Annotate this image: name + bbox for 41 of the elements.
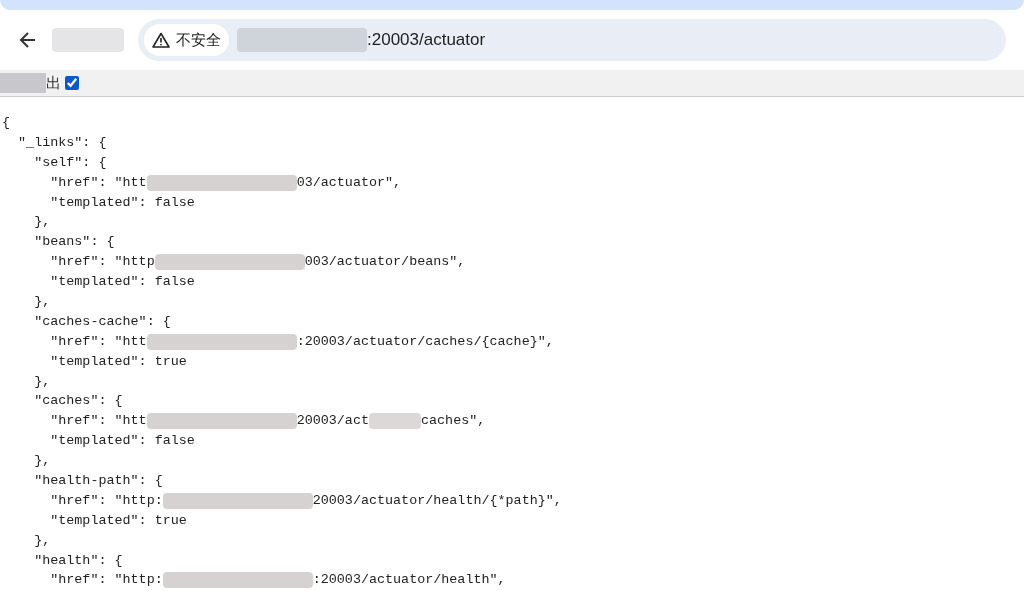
code-text: "href": "htt	[49, 173, 147, 192]
code-text: "href": "http:	[49, 491, 163, 510]
url-text: :20003/actuator	[367, 29, 486, 52]
code-text: },	[33, 452, 51, 471]
redaction-blur	[52, 28, 124, 52]
code-text: "href": "http:	[49, 571, 163, 590]
code-text: "health-path": {	[33, 472, 163, 491]
code-text: },	[33, 293, 51, 311]
warning-icon	[152, 32, 170, 48]
redaction-blur	[369, 413, 421, 430]
code-text: "self": {	[33, 153, 107, 172]
back-icon[interactable]	[18, 30, 38, 50]
code-text: :20003/actuator/caches/{cache}",	[296, 332, 554, 351]
code-text: },	[33, 372, 51, 391]
code-text: "templated": false	[49, 193, 195, 212]
security-chip[interactable]: 不安全	[144, 24, 229, 56]
code-text: },	[33, 531, 51, 550]
code-text: "templated": true	[49, 352, 187, 371]
toolbar-label: 出	[46, 72, 61, 93]
code-text: 20003/act	[296, 412, 369, 431]
code-text: "_links": {	[17, 133, 107, 152]
code-text: "href": "http	[49, 253, 155, 272]
address-bar[interactable]: 不安全 :20003/actuator	[138, 19, 1006, 61]
pretty-print-checkbox[interactable]	[65, 76, 79, 90]
code-text: 03/actuator",	[296, 173, 402, 192]
code-text: },	[33, 213, 51, 232]
code-text: :20003/actuator/health",	[312, 571, 506, 590]
code-text: "health": {	[33, 551, 123, 570]
code-text: 003/actuator/beans",	[304, 253, 466, 272]
code-text: "caches": {	[33, 392, 123, 411]
code-text: 20003/actuator/health/{*path}",	[312, 491, 562, 510]
code-text: "templated": false	[49, 273, 195, 292]
code-text: "caches-cache": {	[33, 312, 171, 331]
security-label: 不安全	[176, 29, 221, 50]
code-text: "beans": {	[33, 233, 115, 252]
code-text: {	[2, 114, 11, 132]
code-text: "href": "htt	[49, 412, 147, 431]
code-text: "href": "htt	[49, 332, 147, 351]
code-text: "templated": true	[49, 511, 187, 530]
code-text: caches",	[421, 412, 486, 431]
code-text: "templated": false	[49, 432, 195, 451]
